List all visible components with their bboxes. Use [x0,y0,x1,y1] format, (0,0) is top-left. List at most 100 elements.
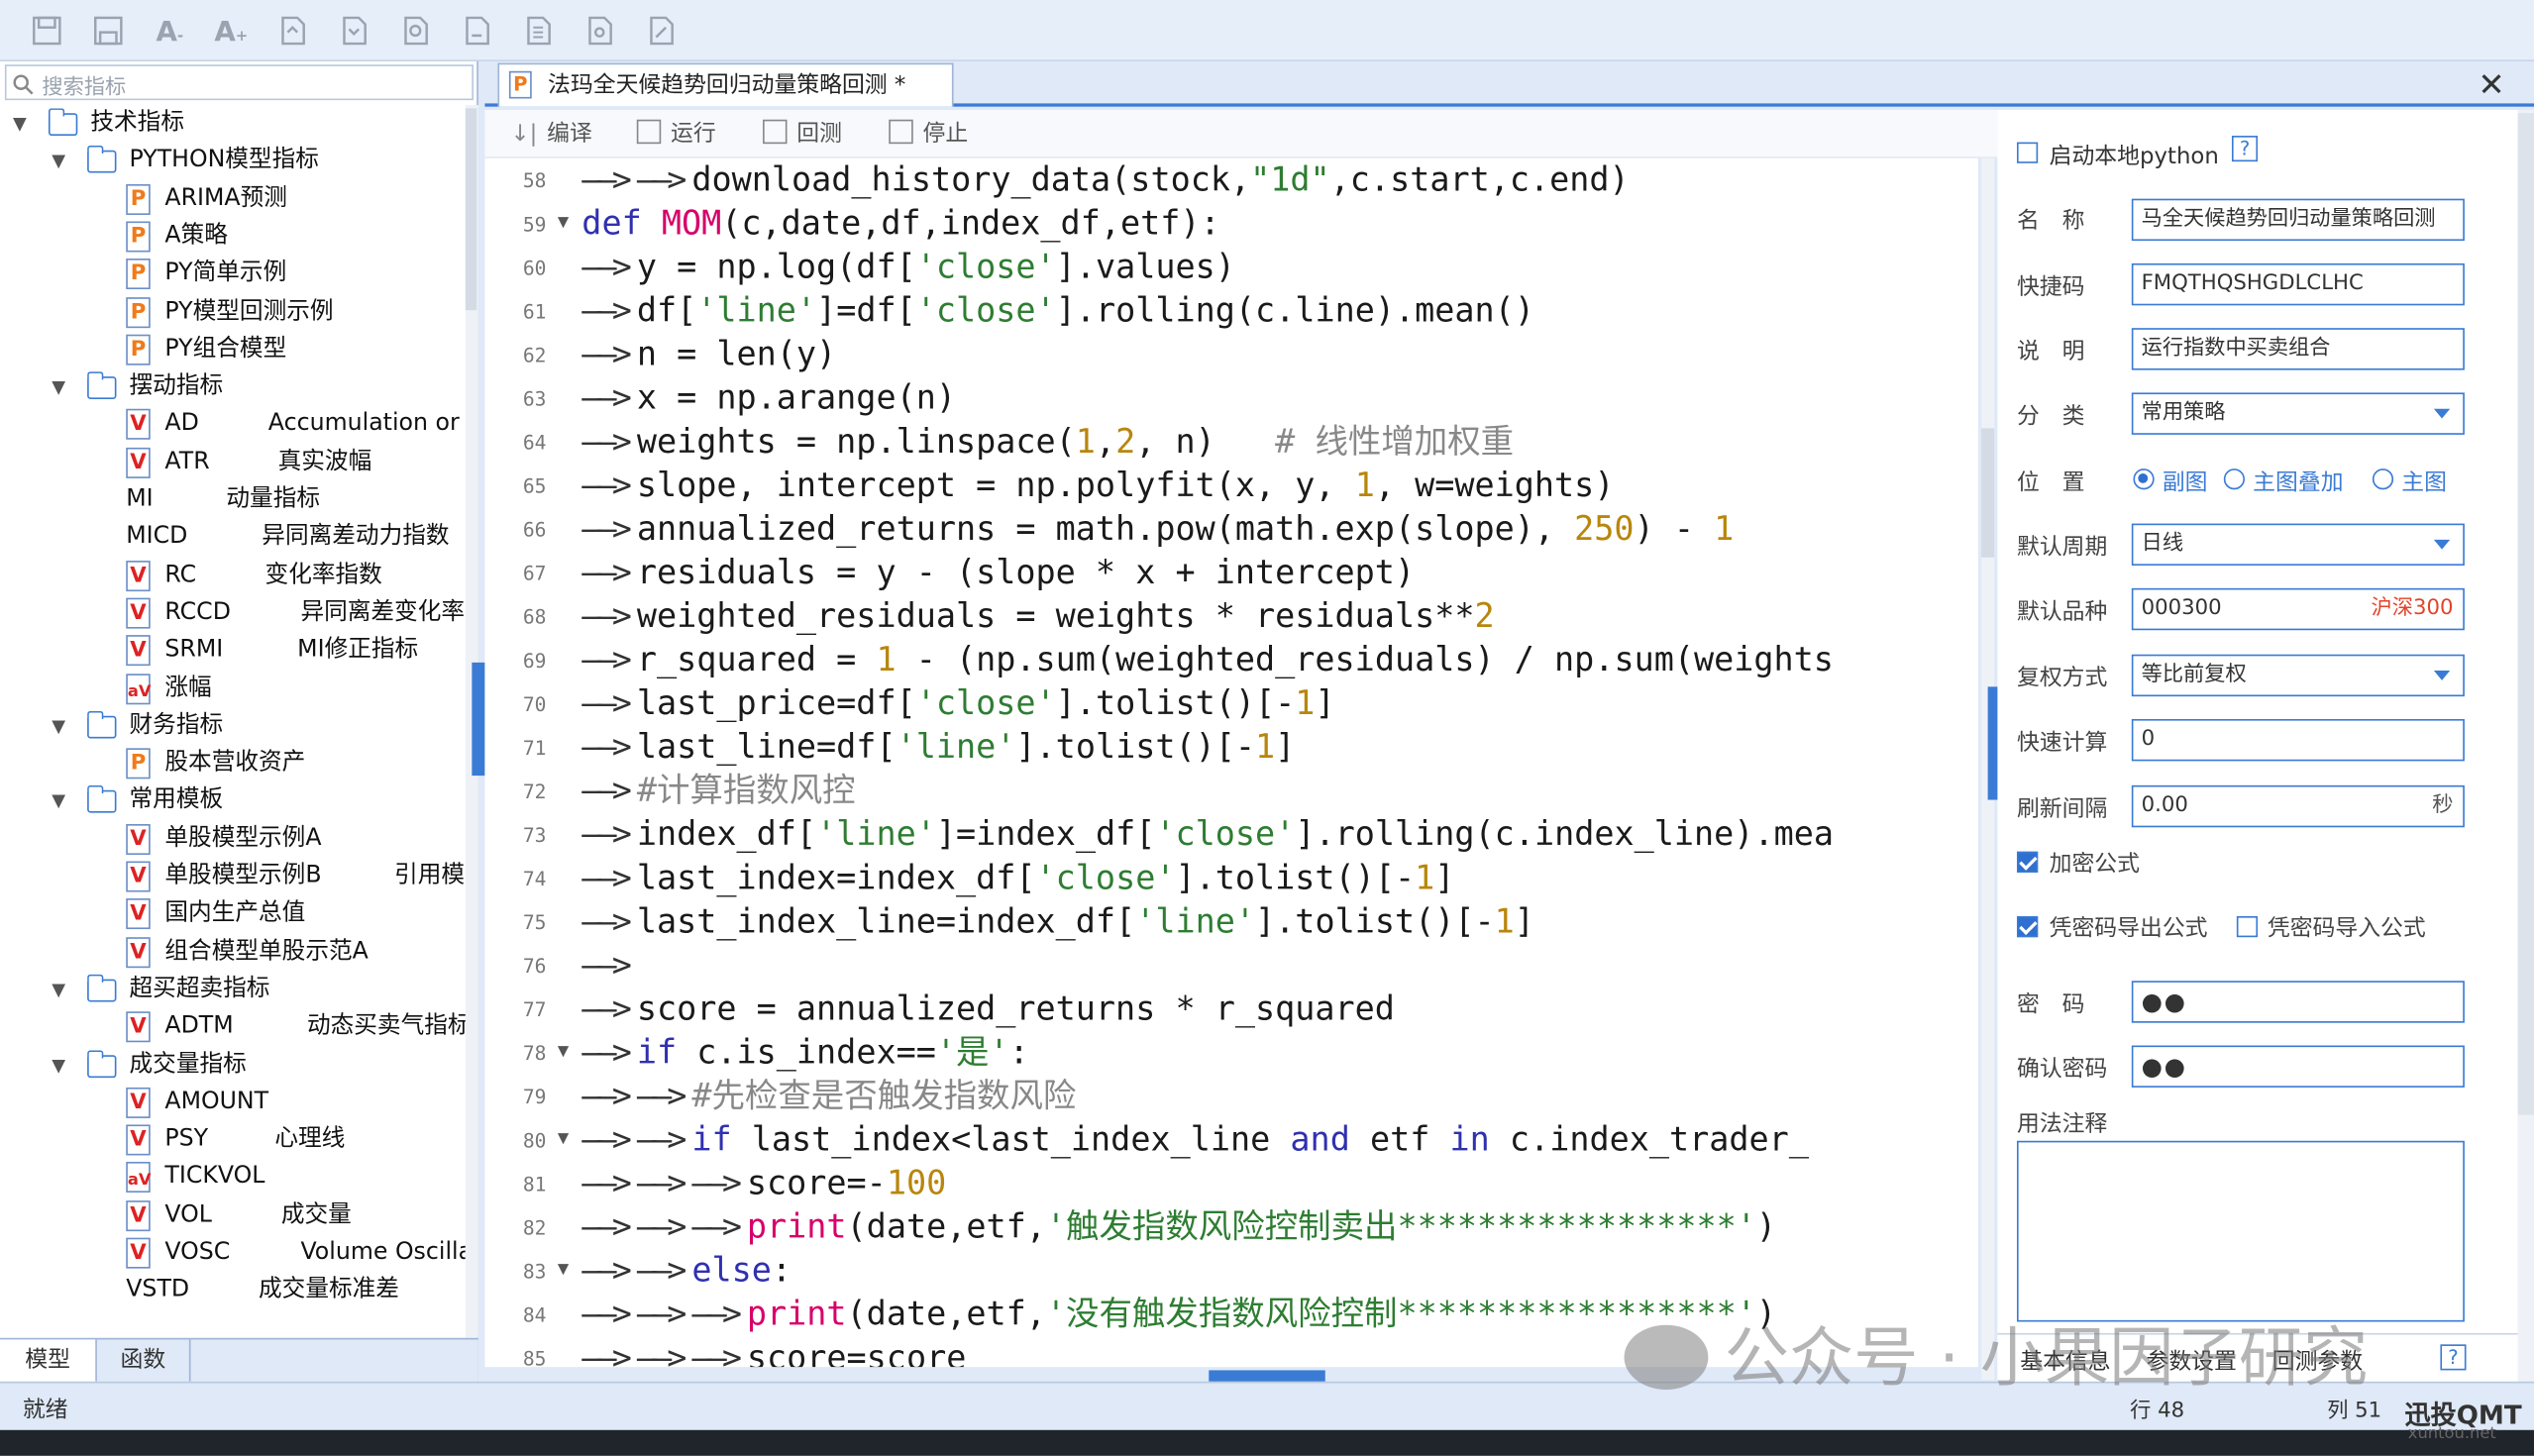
adjust-select[interactable]: 等比前复权 [2131,654,2465,697]
code-line[interactable]: ——> r_squared = 1 - (np.sum(weighted_resi… [581,638,1834,681]
description-field[interactable]: 运行指数中买卖组合 [2131,328,2465,370]
backtest-button[interactable]: 回测 [763,118,842,151]
symbol-field[interactable]: 000300 沪深300 [2131,587,2465,631]
code-line[interactable]: ——> last_index=index_df['close'].tolist()… [581,857,1454,900]
find-icon[interactable] [397,15,433,51]
indicator-search-input[interactable]: 搜索指标 [4,64,475,101]
tree-folder[interactable]: ▼ 成交量指标 [0,1046,466,1084]
radio-sub-chart[interactable] [2133,468,2155,490]
code-line[interactable]: ——> ——> else: [581,1249,792,1293]
left-splitter-handle[interactable] [472,662,485,777]
undo-icon[interactable] [274,15,310,51]
tree-folder[interactable]: ▼ 财务指标 [0,707,466,745]
tools-icon[interactable] [643,15,679,51]
tree-item[interactable]: aV TICKVOL [0,1159,466,1196]
tree-item[interactable]: V RCCD 异同离差变化率 [0,594,466,632]
tree-item[interactable]: V 单股模型示例B 引用模 [0,858,466,895]
export-with-password-checkbox[interactable] [2016,916,2039,938]
category-select[interactable]: 常用策略 [2131,392,2465,435]
code-line[interactable]: ——> index_df['line']=index_df['close'].ro… [581,813,1834,857]
tree-item[interactable]: V AMOUNT [0,1084,466,1121]
password-field[interactable]: ●● [2131,981,2465,1023]
fold-toggle-icon[interactable]: ▼ [558,1131,569,1147]
radio-main-overlay[interactable] [2223,468,2246,490]
tab-strategy-file[interactable]: P 法玛全天候趋势回归动量策略回测 * [497,62,954,107]
tree-folder[interactable]: ▼ 技术指标 [0,105,466,143]
code-line[interactable]: ——> ——> ——> print(date,etf,'没有触发指数风险控制*****… [581,1293,1776,1336]
tree-folder[interactable]: ▼ 常用模板 [0,782,466,820]
code-line[interactable]: ——> #计算指数风控 [581,770,855,813]
tree-item[interactable]: V ATR 真实波幅 [0,444,466,481]
tree-item[interactable]: P PY简单示例 [0,256,466,293]
code-line[interactable]: ——> score = annualized_returns * r_square… [581,988,1395,1031]
expand-toggle-icon[interactable]: ▼ [52,368,65,406]
code-line[interactable]: ——> ——> ——> score=score [581,1336,966,1367]
tree-item[interactable]: P PY模型回测示例 [0,293,466,331]
expand-toggle-icon[interactable]: ▼ [13,105,27,143]
expand-toggle-icon[interactable]: ▼ [52,143,65,180]
tree-item[interactable]: V SRMI MI修正指标 [0,632,466,670]
close-editor-button[interactable]: ✕ [2478,64,2504,103]
redo-icon[interactable] [336,15,371,51]
stop-button[interactable]: 停止 [889,118,968,151]
code-line[interactable]: ——> if c.is_index=='是': [581,1031,1028,1075]
properties-scrollbar-thumb[interactable] [2517,113,2534,1115]
fold-toggle-icon[interactable]: ▼ [558,1262,569,1278]
code-line[interactable]: ——> x = np.arange(n) [581,376,956,420]
tree-item[interactable]: V 组合模型单股示范A [0,933,466,971]
tree-item[interactable]: P ARIMA预测 [0,180,466,218]
tree-item[interactable]: VSTD 成交量标准差 [0,1272,466,1309]
code-line[interactable]: ——> ——> download_history_data(stock,"1d",c… [581,158,1629,202]
tree-item[interactable]: P 股本营收资产 [0,745,466,782]
expand-toggle-icon[interactable]: ▼ [52,1046,65,1084]
tree-item[interactable]: V ADTM 动态买卖气指标 [0,1008,466,1046]
name-field[interactable]: 马全天候趋势回归动量策略回测 [2131,198,2465,242]
code-line[interactable]: ——> ——> #先检查是否触发指数风险 [581,1075,1076,1118]
tree-item[interactable]: V 国内生产总值 [0,895,466,933]
tree-item[interactable]: V PSY 心理线 [0,1121,466,1159]
code-editor[interactable]: 58 59 ▼ 60 61 62 63 64 65 66 67 68 69 70 71 72 73 74 75 76 7… [484,157,1978,1368]
radio-main-chart[interactable] [2372,468,2394,490]
tree-item[interactable]: P PY组合模型 [0,331,466,368]
import-with-password-checkbox[interactable] [2236,916,2259,938]
tree-item[interactable]: V 单股模型示例A [0,820,466,858]
code-line[interactable]: ——> y = np.log(df['close'].values) [581,246,1235,289]
confirm-password-field[interactable]: ●● [2131,1045,2465,1088]
font-increase-icon[interactable]: A+ [213,15,249,51]
code-line[interactable]: ——> weights = np.linspace(1,2, n) # 线性增加权… [581,420,1514,464]
code-line[interactable]: ——> df['line']=df['close'].rolling(c.line… [581,289,1534,333]
save-as-icon[interactable] [90,15,126,51]
code-horizontal-scroll-thumb[interactable] [1209,1370,1325,1382]
code-scrollbar-thumb[interactable] [1981,428,1995,558]
tree-item[interactable]: MICD 异同离差动力指数 [0,519,466,557]
tabs-help-icon[interactable]: ? [2440,1344,2467,1371]
tree-folder[interactable]: ▼ 摆动指标 [0,368,466,406]
notes-textarea[interactable] [2016,1140,2465,1322]
export-icon[interactable] [520,15,556,51]
expand-toggle-icon[interactable]: ▼ [52,707,65,745]
period-select[interactable]: 日线 [2131,523,2465,566]
tree-folder[interactable]: ▼ 超买超卖指标 [0,971,466,1008]
tree-item[interactable]: V VOL 成交量 [0,1196,466,1234]
tree-item[interactable]: V AD Accumulation or [0,406,466,444]
code-line[interactable]: ——> ——> ——> score=-100 [581,1162,946,1205]
code-line[interactable]: ——> slope, intercept = np.polyfit(x, y, 1… [581,464,1614,507]
code-line[interactable]: ——> weighted_residuals = weights * residu… [581,594,1494,638]
code-line[interactable]: ——> last_index_line=index_df['line'].toli… [581,900,1534,944]
expand-toggle-icon[interactable]: ▼ [52,782,65,820]
code-line[interactable]: ——> [581,944,637,988]
refresh-field[interactable]: 0.00 秒 [2131,784,2465,828]
compile-button[interactable]: ↓| 编译 [511,118,592,151]
tree-item[interactable]: P A策略 [0,218,466,256]
help-icon[interactable]: ? [2231,136,2259,162]
tree-folder[interactable]: ▼ PYTHON模型指标 [0,143,466,180]
tree-item[interactable]: V VOSC Volume Oscilla [0,1234,466,1272]
code-line[interactable]: ——> ——> ——> print(date,etf,'触发指数风险控制卖出*****… [581,1205,1776,1249]
code-line[interactable]: ——> last_line=df['line'].tolist()[-1] [581,725,1295,769]
expand-toggle-icon[interactable]: ▼ [52,971,65,1008]
save-icon[interactable] [29,15,64,51]
local-python-checkbox[interactable] [2016,142,2039,163]
code-line[interactable]: ——> n = len(y) [581,333,836,376]
code-line[interactable]: ——> last_price=df['close'].tolist()[-1] [581,681,1334,725]
run-button[interactable]: 运行 [636,118,716,151]
